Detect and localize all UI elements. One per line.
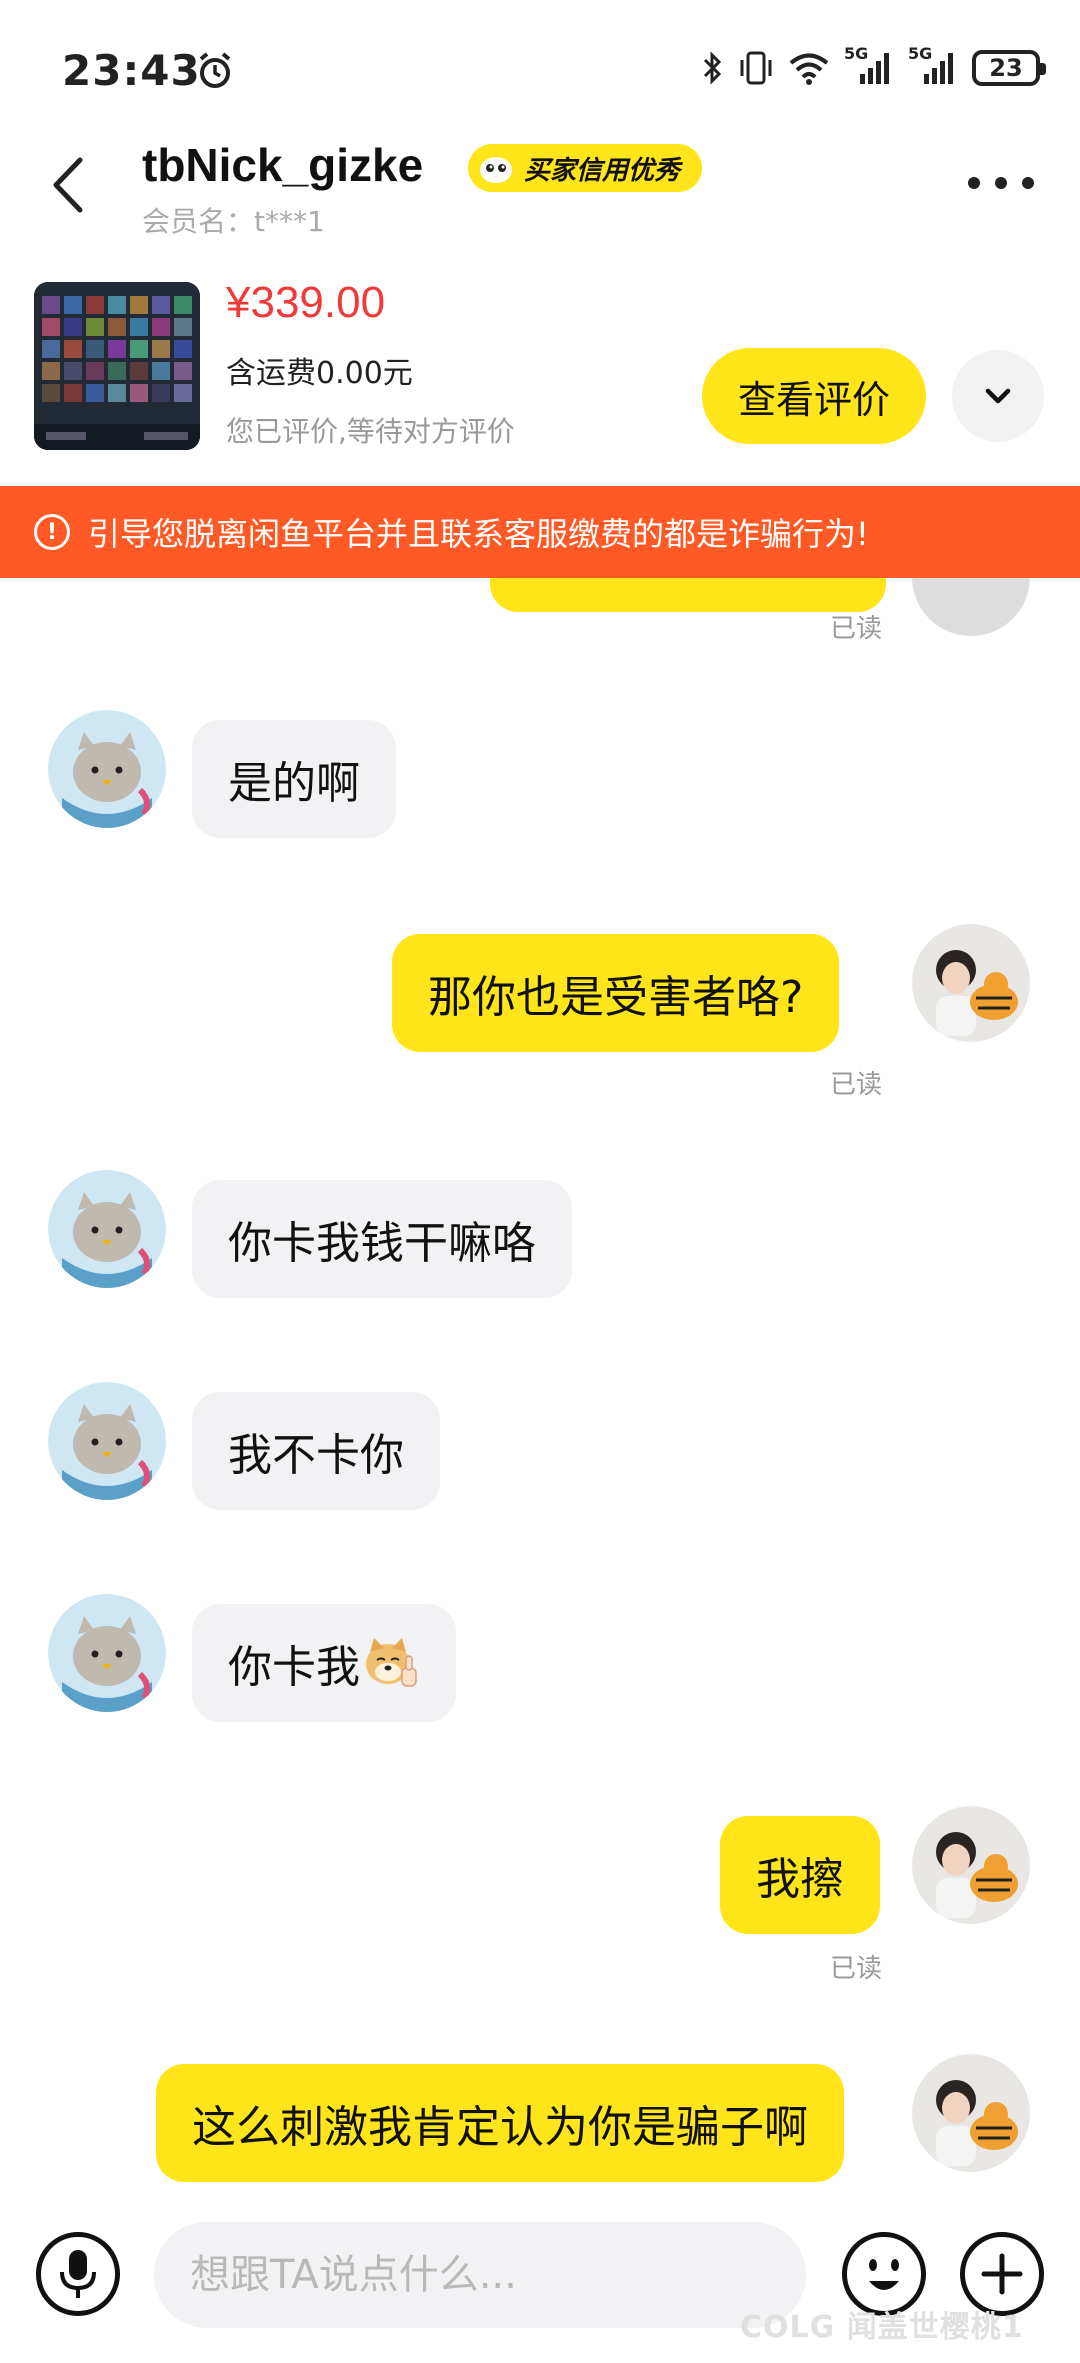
status-icons: 5G 5G 23 xyxy=(702,44,1046,86)
microphone-icon xyxy=(60,2250,96,2298)
wifi-icon xyxy=(789,53,829,85)
chevron-down-icon xyxy=(985,388,1011,404)
contact-avatar[interactable] xyxy=(48,1594,166,1712)
warning-text: 引导您脱离闲鱼平台并且联系客服缴费的都是诈骗行为! xyxy=(88,515,869,553)
read-receipt: 已读 xyxy=(830,1070,883,1100)
vibrate-icon xyxy=(740,51,772,85)
xianyu-bird-icon xyxy=(480,157,512,183)
exclamation-circle-icon: ! xyxy=(34,514,70,550)
product-thumbnail[interactable] xyxy=(34,282,200,450)
my-avatar[interactable] xyxy=(912,2054,1030,2172)
more-dots-icon[interactable] xyxy=(968,168,1034,198)
message-text: 你卡我 xyxy=(228,1642,360,1693)
message-bubble-with-emoji[interactable]: 你卡我 xyxy=(192,1604,456,1722)
product-price: ¥339.00 xyxy=(226,278,386,327)
message-input[interactable] xyxy=(154,2222,806,2328)
rating-status: 您已评价,等待对方评价 xyxy=(226,415,515,448)
game-inventory-image xyxy=(34,282,200,450)
read-receipt: 已读 xyxy=(830,1954,883,1984)
watermark: COLG 闻盖世樱桃1 xyxy=(740,2310,1024,2345)
contact-avatar[interactable] xyxy=(48,710,166,828)
message-bubble[interactable]: 那你也是受害者咯? xyxy=(392,934,840,1052)
contact-avatar[interactable] xyxy=(48,1170,166,1288)
expand-button[interactable] xyxy=(952,350,1044,442)
bluetooth-icon xyxy=(703,51,722,85)
message-bubble[interactable]: 我擦 xyxy=(720,1816,880,1934)
status-time: 23:43 xyxy=(62,46,201,95)
chat-area[interactable]: 已读 是的啊 那你也是受害者咯? 已读 你卡我钱干嘛咯 我不卡你 你卡我 我擦 … xyxy=(0,578,1080,2198)
signal-icon-1: 5G xyxy=(844,44,894,86)
smiley-icon xyxy=(869,2259,899,2290)
avatar-partial xyxy=(912,578,1030,636)
credit-badge-label: 买家信用优秀 xyxy=(524,155,681,186)
contact-nickname: tbNick_gizke xyxy=(142,139,424,191)
plus-icon xyxy=(981,2253,1023,2295)
shipping-info: 含运费0.00元 xyxy=(226,356,413,391)
member-name: 会员名：t***1 xyxy=(142,205,325,238)
view-review-button[interactable]: 查看评价 xyxy=(702,348,926,444)
battery-icon: 23 xyxy=(972,50,1046,86)
contact-avatar[interactable] xyxy=(48,1382,166,1500)
alarm-icon xyxy=(199,52,231,88)
message-bubble[interactable]: 是的啊 xyxy=(192,720,396,838)
fraud-warning-banner: ! 引导您脱离闲鱼平台并且联系客服缴费的都是诈骗行为! xyxy=(0,486,1080,578)
signal-icon-2: 5G xyxy=(908,44,958,86)
credit-badge[interactable]: 买家信用优秀 xyxy=(468,144,703,192)
voice-button[interactable] xyxy=(36,2232,120,2316)
message-bubble[interactable]: 你卡我钱干嘛咯 xyxy=(192,1180,572,1298)
back-button[interactable] xyxy=(44,150,94,220)
my-avatar[interactable] xyxy=(912,924,1030,1042)
my-avatar[interactable] xyxy=(912,1806,1030,1924)
status-bar: 23:43 5G 5G 23 xyxy=(0,0,1080,130)
message-bubble-partial xyxy=(490,578,886,612)
doge-thumbs-up-emoji xyxy=(366,1638,417,1687)
read-receipt: 已读 xyxy=(830,614,883,644)
message-bubble[interactable]: 我不卡你 xyxy=(192,1392,440,1510)
message-bubble[interactable]: 这么刺激我肯定认为你是骗子啊 xyxy=(156,2064,844,2182)
